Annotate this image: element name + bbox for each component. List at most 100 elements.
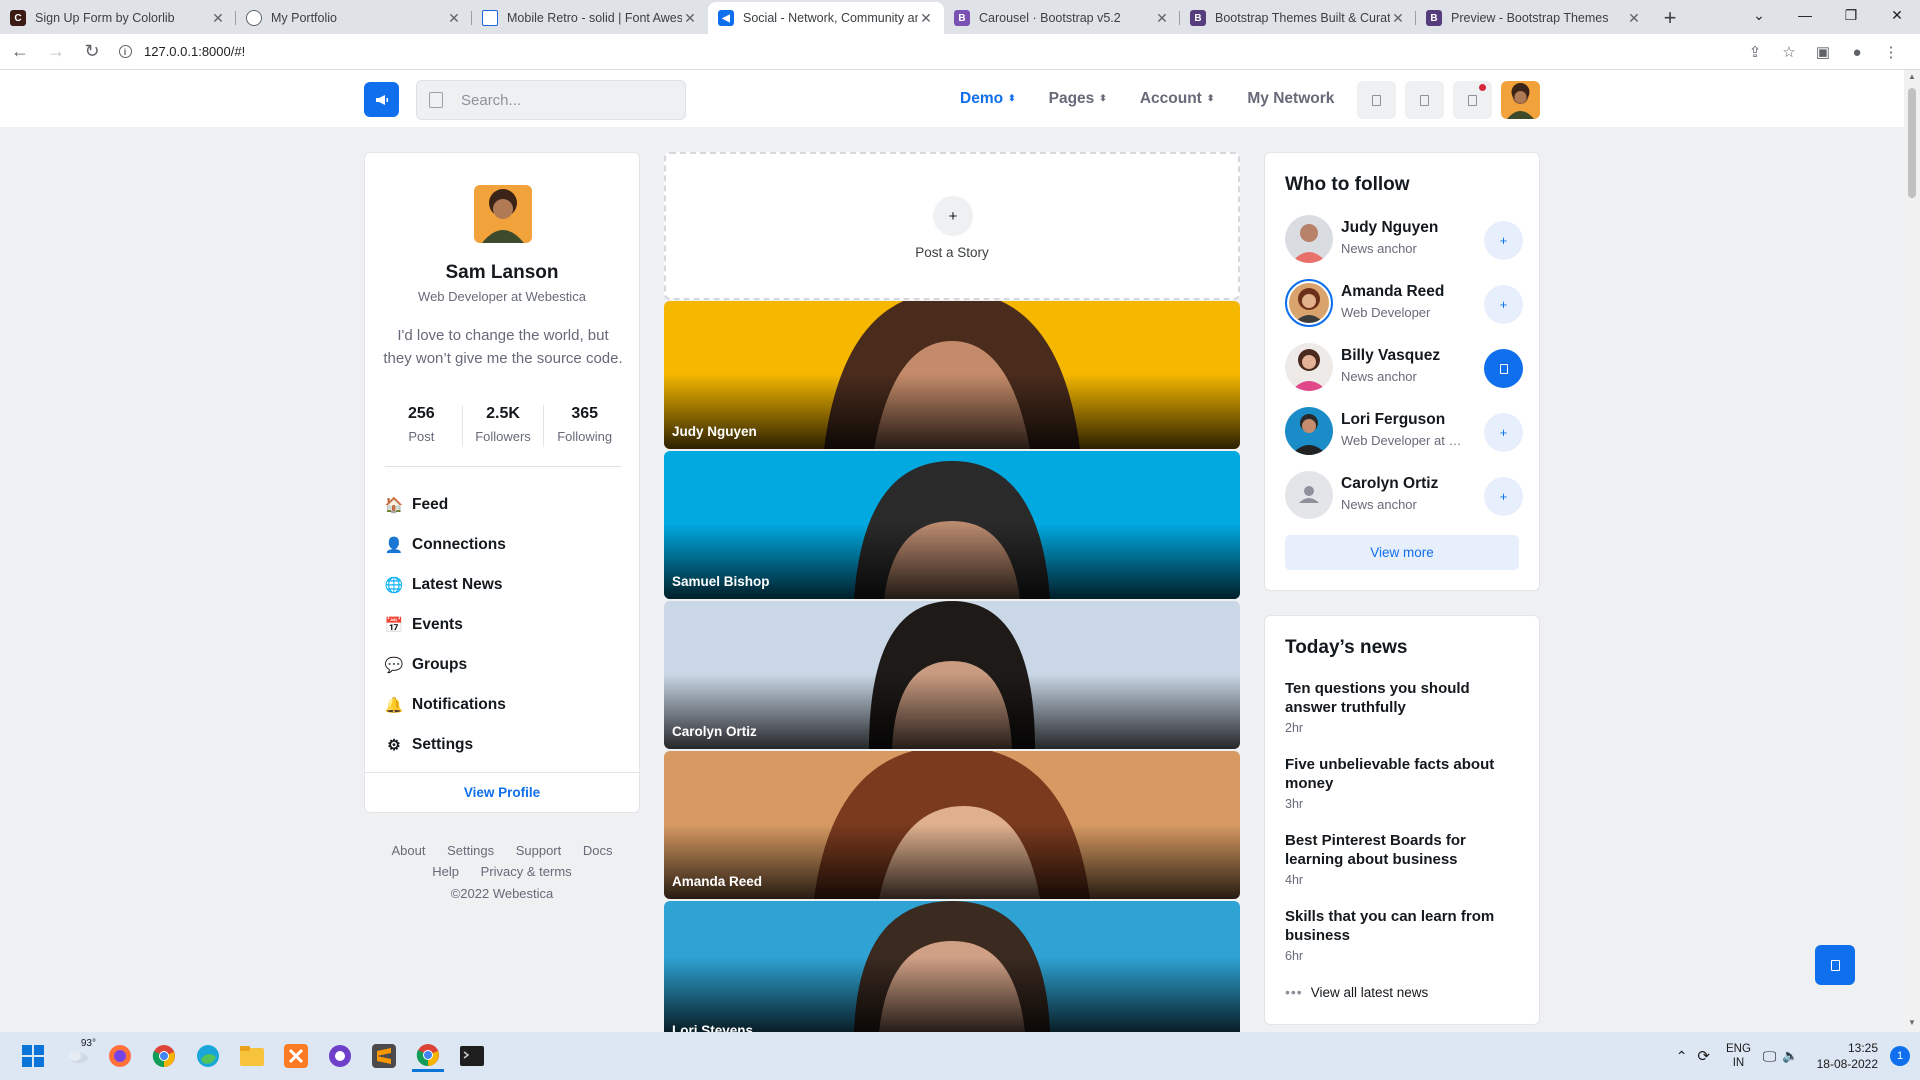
url-field[interactable]: i 127.0.0.1:8000/#!: [114, 38, 1754, 66]
messages-button[interactable]: [1357, 81, 1396, 119]
browser-tab-2[interactable]: My Portfolio ✕: [236, 2, 472, 34]
follow-name[interactable]: Billy Vasquez: [1341, 347, 1440, 365]
search-box[interactable]: [416, 80, 686, 120]
bookmark-star-icon[interactable]: ☆: [1774, 38, 1804, 66]
scroll-down-icon[interactable]: ▼: [1904, 1018, 1920, 1032]
avatar[interactable]: [1285, 407, 1333, 455]
close-icon[interactable]: ✕: [1390, 10, 1406, 27]
share-icon[interactable]: ⇪: [1740, 38, 1770, 66]
close-icon[interactable]: ✕: [210, 10, 226, 27]
browser-tab-6[interactable]: B Bootstrap Themes Built & Curated ✕: [1180, 2, 1416, 34]
footer-link-privacy[interactable]: Privacy & terms: [481, 864, 572, 879]
chevron-up-icon[interactable]: ⌃: [1676, 1048, 1688, 1065]
nav-pages[interactable]: Pages ⬍: [1049, 90, 1107, 108]
plus-icon[interactable]: +: [933, 196, 973, 236]
firefox-icon[interactable]: [104, 1040, 136, 1072]
windows-start-icon[interactable]: [17, 1040, 49, 1072]
close-window-icon[interactable]: ✕: [1874, 0, 1920, 30]
avatar[interactable]: [1285, 343, 1333, 391]
story-card[interactable]: Carolyn Ortiz: [664, 601, 1240, 749]
browser-tab-5[interactable]: B Carousel · Bootstrap v5.2 ✕: [944, 2, 1180, 34]
edge-icon[interactable]: [192, 1040, 224, 1072]
footer-link-settings[interactable]: Settings: [447, 843, 494, 858]
avatar[interactable]: [1285, 471, 1333, 519]
browser-tab-4-active[interactable]: ◀ Social - Network, Community and Event✕: [708, 2, 944, 34]
following-check-button[interactable]: [1484, 349, 1523, 388]
network-icon[interactable]: 🖵: [1763, 1048, 1777, 1065]
nav-account[interactable]: Account ⬍: [1140, 90, 1215, 108]
news-headline[interactable]: Skills that you can learn from business: [1285, 907, 1525, 945]
profile-avatar[interactable]: [474, 185, 532, 243]
news-item[interactable]: Skills that you can learn from business 6…: [1285, 907, 1525, 963]
close-icon[interactable]: ✕: [1626, 10, 1642, 27]
news-headline[interactable]: Five unbelievable facts about money: [1285, 755, 1525, 793]
follow-name[interactable]: Judy Nguyen: [1341, 219, 1438, 237]
browser-tab-3[interactable]: Mobile Retro - solid | Font Awesome✕: [472, 2, 708, 34]
sync-icon[interactable]: ⟳: [1697, 1047, 1710, 1065]
back-arrow-icon[interactable]: ←: [4, 37, 36, 67]
follow-plus-button[interactable]: +: [1484, 477, 1523, 516]
clock[interactable]: 13:25 18-08-2022: [1817, 1040, 1878, 1072]
reload-icon[interactable]: ↻: [76, 37, 108, 67]
close-icon[interactable]: ✕: [446, 10, 462, 27]
language-indicator[interactable]: ENG IN: [1726, 1042, 1751, 1070]
avatar[interactable]: [1285, 215, 1333, 263]
profile-icon[interactable]: ●: [1842, 38, 1872, 66]
close-icon[interactable]: ✕: [682, 10, 698, 27]
menu-item-settings[interactable]: ⚙ Settings: [385, 725, 625, 765]
chat-fab-button[interactable]: [1815, 945, 1855, 985]
view-profile-link[interactable]: View Profile: [365, 772, 639, 812]
story-card[interactable]: Judy Nguyen: [664, 301, 1240, 449]
volume-icon[interactable]: 🔈: [1782, 1048, 1798, 1064]
nav-my-network[interactable]: My Network: [1247, 90, 1334, 108]
post-story-card[interactable]: + Post a Story: [664, 152, 1240, 300]
view-all-news-link[interactable]: ••• View all latest news: [1285, 984, 1428, 1000]
terminal-icon[interactable]: [456, 1040, 488, 1072]
scroll-up-icon[interactable]: ▲: [1904, 72, 1920, 86]
follow-plus-button[interactable]: +: [1484, 221, 1523, 260]
footer-link-support[interactable]: Support: [516, 843, 562, 858]
follow-name[interactable]: Amanda Reed: [1341, 283, 1444, 301]
follow-plus-button[interactable]: +: [1484, 413, 1523, 452]
notification-count-badge[interactable]: 1: [1890, 1046, 1910, 1066]
news-item[interactable]: Ten questions you should answer truthful…: [1285, 679, 1525, 735]
close-icon[interactable]: ✕: [918, 10, 934, 27]
scrollbar-thumb[interactable]: [1908, 88, 1916, 198]
close-icon[interactable]: ✕: [1154, 10, 1170, 27]
settings-button[interactable]: [1405, 81, 1444, 119]
menu-item-notifications[interactable]: 🔔 Notifications: [385, 685, 625, 725]
maximize-icon[interactable]: ❐: [1828, 0, 1874, 30]
footer-link-help[interactable]: Help: [432, 864, 459, 879]
menu-item-connections[interactable]: 👤 Connections: [385, 525, 625, 565]
weather-icon[interactable]: 93°: [62, 1038, 96, 1072]
news-item[interactable]: Best Pinterest Boards for learning about…: [1285, 831, 1525, 887]
sublime-text-icon[interactable]: [368, 1040, 400, 1072]
file-explorer-icon[interactable]: [236, 1040, 268, 1072]
new-tab-button[interactable]: +: [1652, 2, 1688, 34]
site-info-icon[interactable]: i: [114, 41, 136, 63]
follow-name[interactable]: Carolyn Ortiz: [1341, 475, 1438, 493]
menu-item-latest-news[interactable]: 🌐 Latest News: [385, 565, 625, 605]
story-card[interactable]: Lori Stevens: [664, 901, 1240, 1032]
story-card[interactable]: Samuel Bishop: [664, 451, 1240, 599]
follow-name[interactable]: Lori Ferguson: [1341, 411, 1445, 429]
user-avatar[interactable]: [1501, 81, 1540, 119]
news-headline[interactable]: Best Pinterest Boards for learning about…: [1285, 831, 1525, 869]
megaphone-logo-icon[interactable]: [364, 82, 399, 117]
menu-item-feed[interactable]: 🏠 Feed: [385, 485, 625, 525]
github-desktop-icon[interactable]: [324, 1040, 356, 1072]
follow-plus-button[interactable]: +: [1484, 285, 1523, 324]
minimize-icon[interactable]: —: [1782, 0, 1828, 30]
news-headline[interactable]: Ten questions you should answer truthful…: [1285, 679, 1525, 717]
browser-tab-1[interactable]: C Sign Up Form by Colorlib ✕: [0, 2, 236, 34]
chrome-active-icon[interactable]: [412, 1040, 444, 1072]
news-item[interactable]: Five unbelievable facts about money 3hr: [1285, 755, 1525, 811]
side-panel-icon[interactable]: ▣: [1808, 38, 1838, 66]
menu-item-events[interactable]: 📅 Events: [385, 605, 625, 645]
tab-search-chevron-icon[interactable]: ⌄: [1736, 0, 1782, 30]
nav-demo[interactable]: Demo ⬍: [960, 90, 1016, 108]
browser-tab-7[interactable]: B Preview - Bootstrap Themes ✕: [1416, 2, 1652, 34]
notifications-button[interactable]: [1453, 81, 1492, 119]
footer-link-docs[interactable]: Docs: [583, 843, 613, 858]
menu-item-groups[interactable]: 💬 Groups: [385, 645, 625, 685]
